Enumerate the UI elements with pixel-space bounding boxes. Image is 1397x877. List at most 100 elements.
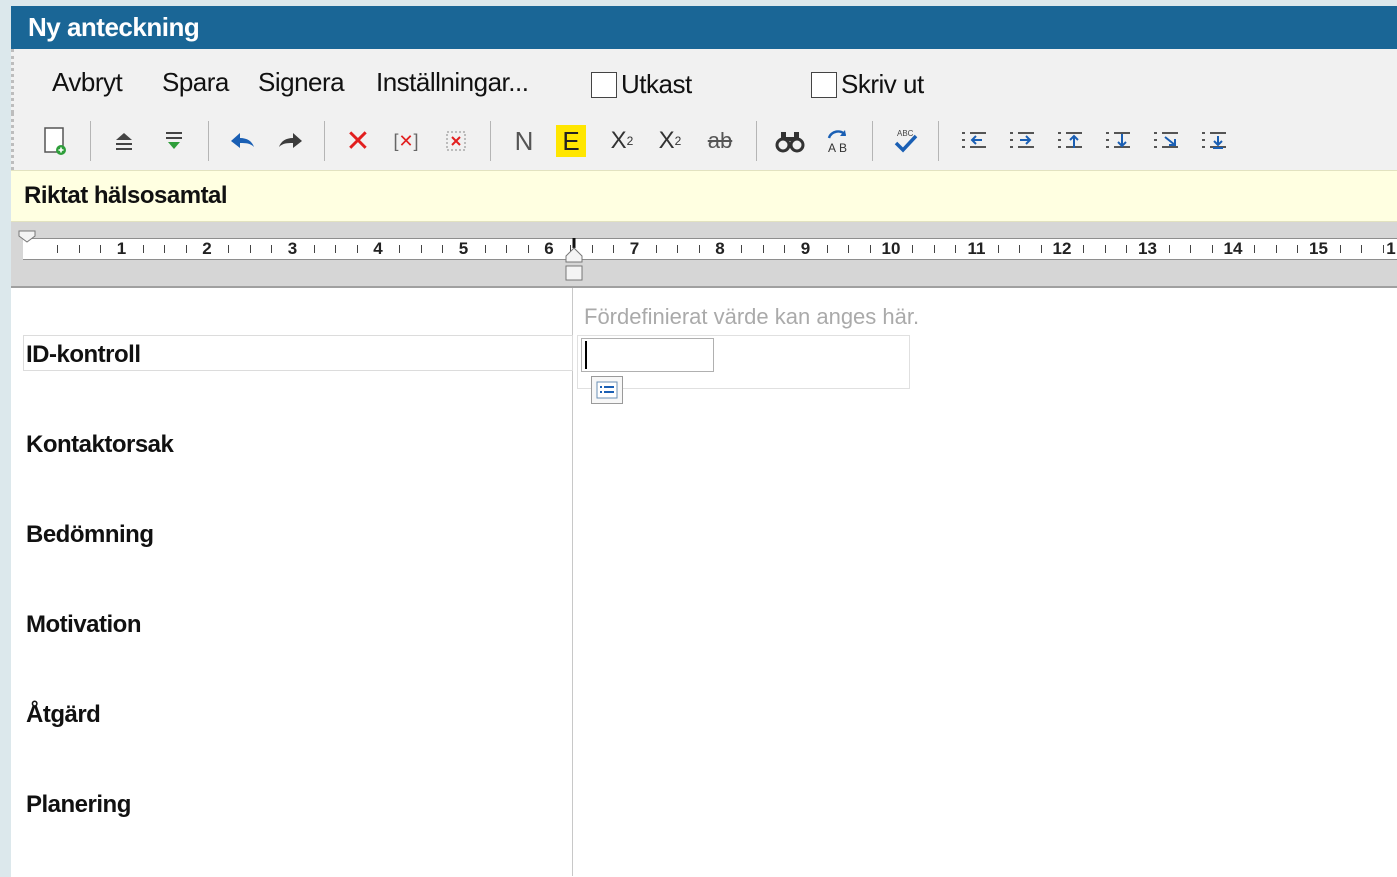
normal-text-icon[interactable]: N	[506, 121, 542, 161]
move-top-icon[interactable]	[1148, 121, 1184, 161]
ruler-tick	[506, 245, 508, 253]
find-icon[interactable]	[772, 121, 808, 161]
menu-bar: Avbryt Spara Signera Inställningar... Ut…	[11, 49, 1397, 113]
ruler-tick	[228, 245, 230, 253]
id-control-input[interactable]	[581, 338, 714, 372]
ruler-tick	[1339, 245, 1341, 253]
indent-left-icon[interactable]	[956, 121, 992, 161]
format-toolbar: ✕ [✕] N E X2 X2 ab AB ABC	[11, 113, 1397, 170]
ruler-number: 2	[202, 239, 212, 258]
ruler-tick	[677, 245, 679, 253]
delete-icon[interactable]: ✕	[340, 121, 376, 161]
delete-box-icon[interactable]	[438, 121, 474, 161]
ruler-tick	[335, 245, 337, 253]
ruler-number: 3	[287, 239, 298, 258]
section-header: Riktat hälsosamtal	[11, 170, 1397, 222]
label-kontaktorsak: Kontaktorsak	[26, 431, 174, 458]
label-bedomning: Bedömning	[26, 521, 154, 548]
ruler-tick	[100, 245, 102, 253]
ruler-tick	[741, 245, 743, 253]
superscript-icon[interactable]: X2	[604, 121, 640, 161]
ruler-tick	[1382, 245, 1384, 253]
ruler-tick	[1168, 245, 1170, 253]
ruler-tick	[655, 245, 657, 253]
ruler-number: 6	[544, 239, 554, 258]
ruler-tick	[1297, 245, 1299, 253]
ruler-tick	[1040, 245, 1042, 253]
redo-icon[interactable]	[273, 121, 309, 161]
label-id-kontroll: ID-kontroll	[26, 341, 141, 368]
note-body: Fördefinierat värde kan anges här. ID-ko…	[11, 288, 1397, 876]
label-motivation: Motivation	[26, 611, 142, 638]
ruler-tick	[185, 245, 187, 253]
ruler-tick	[313, 245, 315, 253]
draft-checkbox-box[interactable]	[591, 71, 617, 98]
move-down-icon[interactable]	[1100, 121, 1136, 161]
draft-checkbox-label: Utkast	[621, 69, 692, 99]
ruler-tick	[848, 245, 850, 253]
ruler-tick	[78, 245, 80, 253]
ruler-tick	[57, 245, 59, 253]
indent-right-icon[interactable]	[1004, 121, 1040, 161]
ruler-scale: 1 2 3 4 5 6 7 8 9 10 11 12 13 14 15 1	[23, 238, 1397, 260]
new-page-icon[interactable]	[38, 121, 74, 161]
subscript-icon[interactable]: X2	[652, 121, 688, 161]
left-indent-marker[interactable]	[17, 230, 37, 244]
ruler-tick	[613, 245, 615, 253]
ruler-tick	[762, 245, 764, 253]
ruler-tick	[1083, 245, 1085, 253]
svg-text:A: A	[828, 141, 836, 155]
ruler-number: 4	[373, 239, 383, 258]
ruler-tick	[933, 245, 935, 253]
ruler-tick	[784, 245, 786, 253]
label-atgard: Åtgärd	[26, 701, 101, 728]
note-window: Ny anteckning Avbryt Spara Signera Instä…	[11, 6, 1397, 877]
delete-bracket-icon[interactable]: [✕]	[388, 121, 424, 161]
move-bottom-icon[interactable]	[1196, 121, 1232, 161]
ruler-tick	[249, 245, 251, 253]
ruler-number: 13	[1138, 239, 1157, 258]
ruler-number: 1	[1386, 239, 1396, 258]
print-checkbox[interactable]: Skriv ut	[811, 69, 924, 100]
ruler-number: 7	[629, 239, 640, 258]
ruler-tick	[869, 245, 871, 253]
predefined-value-hint: Fördefinierat värde kan anges här.	[584, 304, 920, 329]
strikethrough-icon[interactable]: ab	[702, 121, 738, 161]
sign-button[interactable]: Signera	[258, 67, 345, 98]
print-checkbox-box[interactable]	[811, 71, 837, 98]
ruler-tick	[442, 245, 444, 253]
ruler-tick	[591, 245, 593, 253]
label-planering: Planering	[26, 791, 131, 818]
collapse-icon[interactable]	[106, 121, 142, 161]
highlight-icon[interactable]: E	[556, 125, 586, 157]
ruler-tick	[1211, 245, 1213, 253]
ruler-number: 10	[881, 239, 901, 258]
draft-checkbox[interactable]: Utkast	[591, 69, 692, 100]
save-button[interactable]: Spara	[162, 67, 229, 98]
print-checkbox-label: Skriv ut	[841, 69, 924, 99]
ruler-tick	[912, 245, 914, 253]
move-up-icon[interactable]	[1052, 121, 1088, 161]
ruler-number: 15	[1309, 239, 1328, 258]
column-marker[interactable]	[562, 236, 586, 284]
undo-icon[interactable]	[224, 121, 260, 161]
spellcheck-icon[interactable]: ABC	[888, 121, 924, 161]
list-icon	[596, 381, 618, 399]
replace-icon[interactable]: AB	[820, 121, 856, 161]
ruler-tick	[698, 245, 700, 253]
ruler-tick	[997, 245, 999, 253]
ruler-tick	[420, 245, 422, 253]
ruler-tick	[164, 245, 166, 253]
ruler-tick	[1254, 245, 1256, 253]
ruler-tick	[1104, 245, 1106, 253]
expand-icon[interactable]	[156, 121, 192, 161]
ruler-number: 14	[1223, 239, 1243, 258]
svg-text:B: B	[839, 141, 847, 155]
cancel-button[interactable]: Avbryt	[52, 67, 123, 98]
ruler-tick	[826, 245, 828, 253]
settings-button[interactable]: Inställningar...	[376, 67, 529, 98]
ruler-tick	[1361, 245, 1363, 253]
ruler-tick	[1275, 245, 1277, 253]
list-picker-button[interactable]	[591, 376, 623, 404]
ruler-tick	[271, 245, 273, 253]
